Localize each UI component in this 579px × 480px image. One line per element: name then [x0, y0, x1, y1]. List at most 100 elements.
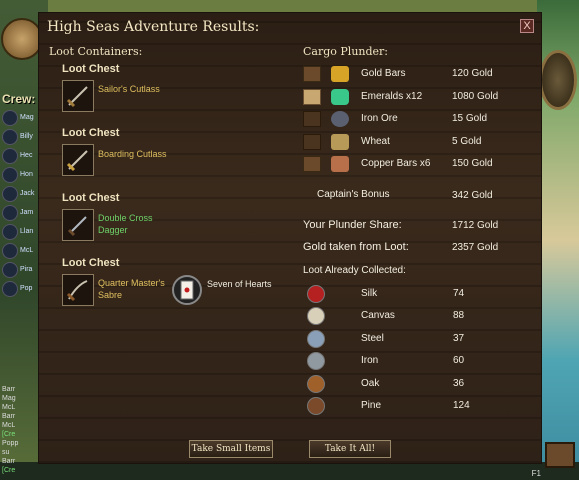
- silk-icon: [307, 285, 325, 303]
- crew-member[interactable]: Pira: [2, 260, 34, 279]
- cargo-name: Iron Ore: [361, 113, 398, 124]
- item-name: Double Cross Dagger: [98, 213, 153, 235]
- cargo-value: 5 Gold: [452, 136, 482, 147]
- crate-icon: [303, 89, 321, 105]
- take-small-items-button[interactable]: Take Small Items: [189, 440, 273, 458]
- loot-value: 124: [453, 400, 470, 411]
- captains-bonus-label: Captain's Bonus: [317, 189, 390, 200]
- crew-avatar-icon: [2, 204, 18, 221]
- crew-member[interactable]: McL: [2, 241, 34, 260]
- cargo-value: 150 Gold: [452, 158, 493, 169]
- loot-row: Iron 60: [307, 352, 537, 374]
- loot-name: Canvas: [361, 310, 395, 321]
- take-it-all-button[interactable]: Take It All!: [309, 440, 391, 458]
- loot-row: Canvas 88: [307, 307, 537, 329]
- pine-icon: [307, 397, 325, 415]
- cargo-row: Wheat 5 Gold: [303, 133, 539, 153]
- plunder-share-value: 1712 Gold: [452, 220, 499, 231]
- loot-name: Pine: [361, 400, 382, 411]
- canvas-icon: [307, 307, 325, 325]
- loot-collected-title: Loot Already Collected:: [303, 265, 406, 276]
- playing-card-icon[interactable]: [172, 275, 202, 305]
- item-name: Seven of Hearts: [207, 279, 272, 289]
- hotkey-hint[interactable]: F1: [532, 469, 541, 478]
- crate-icon: [303, 134, 321, 150]
- crew-member[interactable]: Hec: [2, 146, 34, 165]
- crew-avatar-icon: [2, 185, 18, 202]
- item-name: Boarding Cutlass: [98, 149, 167, 159]
- crew-member[interactable]: Jam: [2, 203, 34, 222]
- dialog-title: High Seas Adventure Results:: [47, 19, 260, 35]
- crew-avatar-icon: [2, 261, 18, 278]
- steel-icon: [307, 330, 325, 348]
- loot-name: Iron: [361, 355, 379, 366]
- crate-icon: [303, 66, 321, 82]
- dagger-icon[interactable]: [62, 209, 94, 241]
- chest-title: Loot Chest: [62, 127, 120, 139]
- cargo-value: 1080 Gold: [452, 91, 499, 102]
- sabre-icon[interactable]: [62, 274, 94, 306]
- compass-icon: [539, 50, 577, 110]
- cargo-name: Copper Bars x6: [361, 158, 431, 169]
- loot-row: Oak 36: [307, 375, 537, 397]
- crew-member[interactable]: Mag: [2, 108, 34, 127]
- loot-name: Silk: [361, 288, 378, 299]
- iron-icon: [307, 352, 325, 370]
- cargo-name: Gold Bars: [361, 68, 406, 79]
- loot-value: 36: [453, 378, 465, 389]
- loot-row: Steel 37: [307, 330, 537, 352]
- crew-member[interactable]: Billy: [2, 127, 34, 146]
- chest-title: Loot Chest: [62, 63, 120, 75]
- plunder-share-label: Your Plunder Share:: [303, 219, 402, 231]
- crew-avatar-icon: [2, 280, 18, 297]
- loot-value: 37: [453, 333, 465, 344]
- game-background-top: [48, 0, 537, 12]
- cargo-row: Copper Bars x6 150 Gold: [303, 155, 539, 175]
- crew-member[interactable]: Jack: [2, 184, 34, 203]
- close-button[interactable]: X: [520, 19, 534, 33]
- loot-value: 60: [453, 355, 465, 366]
- cargo-value: 15 Gold: [452, 113, 488, 124]
- copper-bars-icon: [331, 156, 349, 172]
- loot-name: Oak: [361, 378, 380, 389]
- crew-label: Crew:: [2, 92, 36, 106]
- cutlass-icon[interactable]: [62, 80, 94, 112]
- cutlass-icon[interactable]: [62, 144, 94, 176]
- crew-member[interactable]: Llan: [2, 222, 34, 241]
- cargo-row: Emeralds x12 1080 Gold: [303, 88, 539, 108]
- cargo-row: Iron Ore 15 Gold: [303, 110, 539, 130]
- loot-name: Steel: [361, 333, 384, 344]
- item-name: Sailor's Cutlass: [98, 84, 160, 94]
- cargo-row: Gold Bars 120 Gold: [303, 65, 539, 85]
- crate-icon: [303, 156, 321, 172]
- cargo-name: Emeralds x12: [361, 91, 423, 102]
- crew-avatar-icon: [2, 223, 18, 240]
- item-name: Quarter Master's Sabre: [98, 278, 165, 300]
- chest-title: Loot Chest: [62, 192, 120, 204]
- captains-bonus-value: 342 Gold: [452, 190, 493, 201]
- gold-taken-label: Gold taken from Loot:: [303, 241, 409, 253]
- loot-value: 74: [453, 288, 465, 299]
- crew-avatar-icon: [2, 147, 18, 164]
- pirate-guild-emblem[interactable]: [1, 18, 43, 60]
- crew-member[interactable]: Hon: [2, 165, 34, 184]
- cargo-plunder-title: Cargo Plunder:: [303, 45, 388, 58]
- loot-containers-title: Loot Containers:: [49, 45, 143, 58]
- loot-row: Silk 74: [307, 285, 537, 307]
- iron-ore-icon: [331, 111, 349, 127]
- oak-icon: [307, 375, 325, 393]
- results-dialog: High Seas Adventure Results: X Loot Cont…: [38, 12, 542, 464]
- emerald-icon: [331, 89, 349, 105]
- gold-taken-value: 2357 Gold: [452, 242, 499, 253]
- cargo-value: 120 Gold: [452, 68, 493, 79]
- crew-member[interactable]: Pop: [2, 279, 34, 298]
- chat-line: [Cre: [2, 467, 16, 474]
- loot-value: 88: [453, 310, 465, 321]
- crew-avatar-icon: [2, 109, 18, 126]
- cargo-name: Wheat: [361, 136, 390, 147]
- treasure-chest-icon[interactable]: [545, 442, 575, 468]
- crew-list: Mag Billy Hec Hon Jack Jam Llan McL Pira…: [2, 108, 34, 298]
- loot-row: Pine 124: [307, 397, 537, 419]
- crate-icon: [303, 111, 321, 127]
- crew-avatar-icon: [2, 128, 18, 145]
